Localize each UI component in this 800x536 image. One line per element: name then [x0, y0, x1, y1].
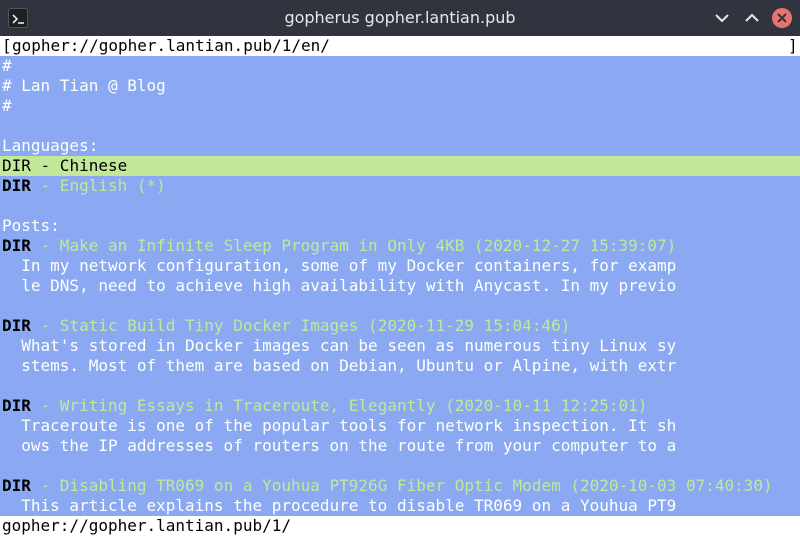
post-excerpt: This article explains the procedure to d… — [2, 496, 677, 515]
dir-tag: DIR — [2, 236, 31, 255]
menu-item-chinese[interactable]: DIR - Chinese — [0, 156, 800, 176]
menu-line: # — [0, 96, 800, 116]
post-excerpt: stems. Most of them are based on Debian,… — [2, 356, 677, 375]
info-text: # Lan Tian @ Blog — [2, 76, 166, 95]
gopher-menu: # # Lan Tian @ Blog # Languages: DIR - C… — [0, 56, 800, 516]
menu-line: In my network configuration, some of my … — [0, 256, 800, 276]
minimize-button[interactable] — [710, 6, 734, 30]
chevron-down-icon — [715, 14, 729, 23]
dir-tag: DIR — [2, 476, 31, 495]
gopher-browser-view: [ gopher://gopher.lantian.pub/1/en/ ] # … — [0, 36, 800, 536]
dir-tag: DIR — [2, 156, 31, 175]
menu-line: This article explains the procedure to d… — [0, 496, 800, 516]
maximize-button[interactable] — [740, 6, 764, 30]
chevron-up-icon — [745, 13, 759, 22]
menu-line — [0, 296, 800, 316]
dir-tag: DIR — [2, 316, 31, 335]
menu-item-post[interactable]: DIR - Writing Essays in Traceroute, Eleg… — [0, 396, 800, 416]
section-heading: Posts: — [2, 216, 60, 235]
menu-line: stems. Most of them are based on Debian,… — [0, 356, 800, 376]
menu-line: Traceroute is one of the popular tools f… — [0, 416, 800, 436]
menu-item-post[interactable]: DIR - Disabling TR069 on a Youhua PT926G… — [0, 476, 800, 496]
menu-link[interactable]: - English (*) — [31, 176, 166, 195]
info-text: # — [2, 56, 12, 75]
menu-link[interactable]: - Disabling TR069 on a Youhua PT926G Fib… — [31, 476, 773, 495]
address-bar[interactable]: [ gopher://gopher.lantian.pub/1/en/ ] — [0, 36, 800, 56]
menu-line: # Lan Tian @ Blog — [0, 76, 800, 96]
close-icon — [777, 13, 787, 23]
post-excerpt: ows the IP addresses of routers on the r… — [2, 436, 677, 455]
post-excerpt: In my network configuration, some of my … — [2, 256, 677, 275]
menu-line: What's stored in Docker images can be se… — [0, 336, 800, 356]
menu-line: # — [0, 56, 800, 76]
close-button[interactable] — [770, 6, 794, 30]
menu-line — [0, 116, 800, 136]
menu-link[interactable]: - Writing Essays in Traceroute, Elegantl… — [31, 396, 648, 415]
window-title: gopherus gopher.lantian.pub — [284, 8, 516, 27]
menu-item-post[interactable]: DIR - Static Build Tiny Docker Images (2… — [0, 316, 800, 336]
post-excerpt: Traceroute is one of the popular tools f… — [2, 416, 677, 435]
menu-line: ows the IP addresses of routers on the r… — [0, 436, 800, 456]
address-right-bracket: ] — [788, 36, 798, 55]
menu-item-english[interactable]: DIR - English (*) — [0, 176, 800, 196]
post-excerpt: What's stored in Docker images can be se… — [2, 336, 677, 355]
info-text: # — [2, 96, 12, 115]
menu-line — [0, 196, 800, 216]
menu-line: le DNS, need to achieve high availabilit… — [0, 276, 800, 296]
menu-link[interactable]: - Chinese — [31, 156, 128, 175]
status-bar: gopher://gopher.lantian.pub/1/ — [0, 516, 800, 536]
menu-item-post[interactable]: DIR - Make an Infinite Sleep Program in … — [0, 236, 800, 256]
address-input[interactable]: gopher://gopher.lantian.pub/1/en/ — [12, 36, 330, 56]
menu-line — [0, 456, 800, 476]
dir-tag: DIR — [2, 396, 31, 415]
menu-line — [0, 376, 800, 396]
address-left-bracket: [ — [2, 36, 12, 55]
menu-link[interactable]: - Static Build Tiny Docker Images (2020-… — [31, 316, 571, 335]
menu-line: Posts: — [0, 216, 800, 236]
window-titlebar: gopherus gopher.lantian.pub — [0, 0, 800, 36]
dir-tag: DIR — [2, 176, 31, 195]
menu-link[interactable]: - Make an Infinite Sleep Program in Only… — [31, 236, 677, 255]
menu-line: Languages: — [0, 136, 800, 156]
section-heading: Languages: — [2, 136, 99, 155]
post-excerpt: le DNS, need to achieve high availabilit… — [2, 276, 677, 295]
